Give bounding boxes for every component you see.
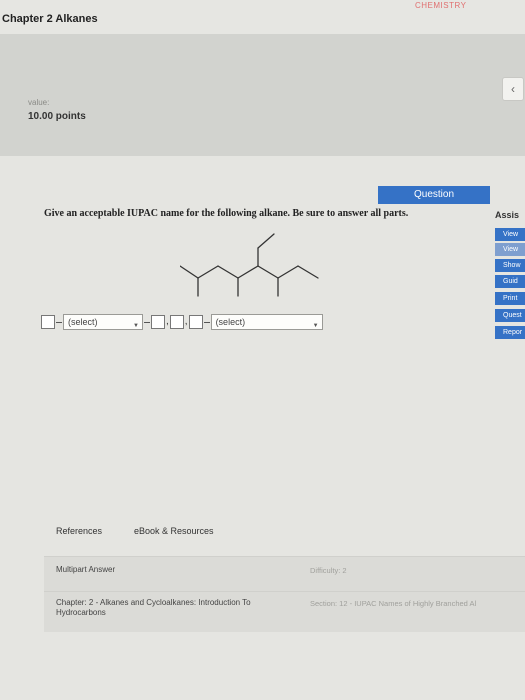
bond	[257, 265, 279, 279]
bond	[237, 265, 259, 279]
guide-button[interactable]: Guid	[495, 275, 525, 288]
bond	[257, 233, 275, 249]
tab-question[interactable]: Question	[378, 186, 490, 204]
chevron-down-icon: ▼	[133, 323, 139, 329]
info-row-chapter: Chapter: 2 - Alkanes and Cycloalkanes: I…	[44, 591, 525, 632]
select-value: (select)	[68, 317, 98, 327]
collapse-panel-button[interactable]: ‹	[502, 77, 524, 101]
info-row-type: Multipart Answer Difficulty: 2	[44, 556, 525, 591]
references-bar: References eBook & Resources	[44, 521, 525, 543]
hyphen	[56, 321, 62, 323]
header-band	[0, 34, 525, 156]
report-button[interactable]: Repor	[495, 326, 525, 339]
view-button-1[interactable]: View	[495, 228, 525, 241]
chevron-left-icon: ‹	[511, 82, 515, 96]
select-value: (select)	[215, 317, 246, 327]
prefix-select-1[interactable]: (select) ▼	[63, 314, 143, 330]
bond	[197, 265, 219, 279]
comma: ,	[184, 316, 188, 327]
alkane-structure	[180, 233, 319, 297]
value-label: value:	[28, 98, 50, 107]
difficulty-label: Difficulty: 2	[310, 566, 347, 575]
tab-ebook-resources[interactable]: eBook & Resources	[134, 526, 214, 536]
points-value: 10.00 points	[28, 111, 86, 122]
answer-row: (select) ▼ , , (select) ▼	[41, 313, 323, 331]
question-type: Multipart Answer	[56, 565, 116, 574]
question-prompt: Give an acceptable IUPAC name for the fo…	[44, 208, 409, 219]
bond	[217, 265, 239, 279]
chapter-title: Chapter 2 Alkanes	[2, 13, 98, 25]
bond	[277, 265, 299, 279]
chevron-down-icon: ▼	[312, 323, 319, 329]
locant-input-4[interactable]	[188, 315, 203, 329]
section-info: Section: 12 - IUPAC Names of Highly Bran…	[310, 599, 477, 608]
chapter-info: Chapter: 2 - Alkanes and Cycloalkanes: I…	[56, 598, 251, 617]
locant-input-1[interactable]	[41, 315, 55, 329]
top-bar: Chapter 2 Alkanes CHEMISTRY	[0, 0, 525, 34]
prefix-select-2[interactable]: (select) ▼	[210, 314, 323, 330]
hyphen	[203, 321, 210, 323]
brand-label: CHEMISTRY	[415, 1, 467, 10]
assistance-heading: Assis	[495, 210, 520, 220]
print-button[interactable]: Print	[495, 292, 525, 305]
hyphen	[144, 321, 150, 323]
view-button-2[interactable]: View	[495, 243, 525, 256]
locant-input-3[interactable]	[169, 315, 184, 329]
question-button[interactable]: Quest	[495, 309, 525, 322]
bond	[297, 265, 319, 279]
locant-input-2[interactable]	[151, 315, 165, 329]
comma: ,	[166, 316, 169, 327]
show-button[interactable]: Show	[495, 259, 525, 272]
bond	[180, 265, 199, 279]
tab-references[interactable]: References	[56, 526, 102, 536]
